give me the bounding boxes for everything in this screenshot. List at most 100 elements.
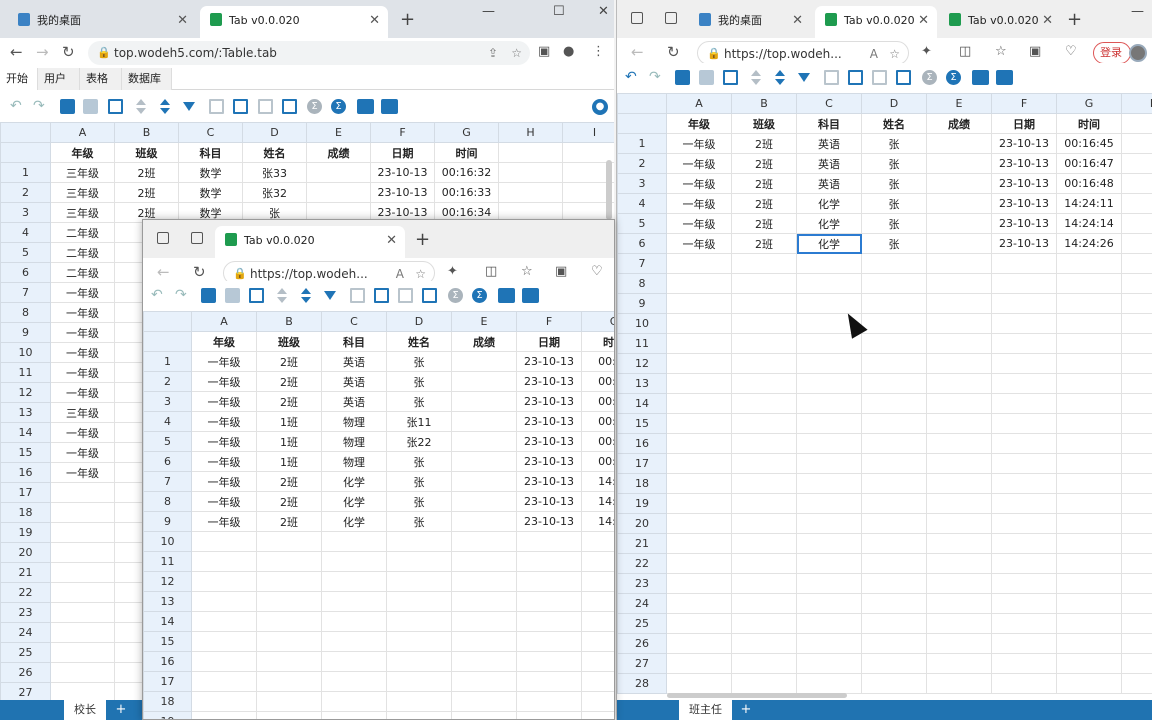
cell[interactable]: [191, 711, 257, 719]
header-cell[interactable]: 班级: [731, 113, 797, 134]
cell[interactable]: 2班: [256, 351, 322, 372]
row-header[interactable]: 22: [0, 582, 51, 603]
paste-icon[interactable]: [201, 288, 216, 303]
workspaces-icon[interactable]: [631, 12, 643, 24]
sidebar-icon[interactable]: ▣: [538, 44, 550, 59]
reload-icon[interactable]: ↻: [193, 263, 206, 281]
cell[interactable]: 23-10-13: [516, 431, 582, 452]
cell[interactable]: [991, 393, 1057, 414]
cell[interactable]: [321, 691, 387, 712]
cell[interactable]: [666, 253, 732, 274]
cell[interactable]: [581, 651, 614, 672]
row-header[interactable]: 16: [617, 433, 667, 454]
cell[interactable]: [926, 153, 992, 174]
cell[interactable]: 23-10-13: [370, 162, 435, 183]
cell[interactable]: [498, 182, 563, 203]
cell[interactable]: [256, 591, 322, 612]
cell[interactable]: [926, 493, 992, 514]
row-header[interactable]: 23: [617, 573, 667, 594]
row-header[interactable]: 9: [143, 511, 192, 532]
column-header-c[interactable]: C: [178, 122, 243, 143]
cell[interactable]: [731, 293, 797, 314]
cell[interactable]: 数学: [178, 182, 243, 203]
cell[interactable]: 英语: [796, 153, 862, 174]
cell[interactable]: [191, 691, 257, 712]
cell[interactable]: [731, 653, 797, 674]
header-cell[interactable]: 班级: [256, 331, 322, 352]
cell[interactable]: [321, 651, 387, 672]
cell[interactable]: 一年级: [666, 173, 732, 194]
cell[interactable]: [386, 671, 452, 692]
cell[interactable]: [516, 571, 582, 592]
cell[interactable]: [386, 651, 452, 672]
cell[interactable]: [796, 533, 862, 554]
cell[interactable]: [451, 351, 517, 372]
cell[interactable]: [451, 491, 517, 512]
extensions-icon[interactable]: ✦: [447, 264, 458, 279]
cell[interactable]: [991, 413, 1057, 434]
cell[interactable]: [516, 651, 582, 672]
cell[interactable]: [1121, 453, 1152, 474]
undo-icon[interactable]: ↶: [625, 69, 637, 85]
cell[interactable]: [926, 593, 992, 614]
cell[interactable]: [796, 553, 862, 574]
cell[interactable]: [926, 573, 992, 594]
workspaces-icon[interactable]: [157, 232, 169, 244]
upload-icon[interactable]: [972, 70, 989, 85]
cell[interactable]: 张: [386, 491, 452, 512]
cell[interactable]: [1056, 353, 1122, 374]
row-header[interactable]: 26: [617, 633, 667, 654]
close-icon[interactable]: ✕: [177, 6, 188, 36]
column-header-d[interactable]: D: [242, 122, 307, 143]
cell[interactable]: [731, 513, 797, 534]
menu-icon[interactable]: ⋮: [592, 44, 605, 59]
cell[interactable]: 英语: [321, 371, 387, 392]
cell[interactable]: [666, 373, 732, 394]
cell[interactable]: 1班: [256, 411, 322, 432]
cell[interactable]: [256, 551, 322, 572]
cell[interactable]: [1056, 673, 1122, 694]
cell[interactable]: [861, 553, 927, 574]
row-header[interactable]: 20: [617, 513, 667, 534]
cell[interactable]: [581, 631, 614, 652]
column-header-f[interactable]: F: [516, 311, 582, 332]
sum-icon[interactable]: Σ: [922, 70, 937, 85]
save-icon[interactable]: [699, 70, 714, 85]
cell[interactable]: [1121, 193, 1152, 214]
cell[interactable]: [451, 591, 517, 612]
cell[interactable]: 14:24: [581, 471, 614, 492]
col-insert-icon[interactable]: [374, 288, 389, 303]
header-cell[interactable]: 科目: [321, 331, 387, 352]
cell[interactable]: 23-10-13: [370, 182, 435, 203]
header-cell[interactable]: 年级: [666, 113, 732, 134]
cell[interactable]: 一年级: [50, 362, 115, 383]
column-header-b[interactable]: B: [256, 311, 322, 332]
column-header-f[interactable]: F: [370, 122, 435, 143]
split-screen-icon[interactable]: ◫: [959, 44, 971, 59]
cell[interactable]: [1121, 153, 1152, 174]
cell[interactable]: [796, 353, 862, 374]
row-header[interactable]: 12: [0, 382, 51, 403]
cell[interactable]: 一年级: [191, 351, 257, 372]
tab-sheet[interactable]: Tab v0.0.020 ✕: [939, 6, 1061, 38]
cell[interactable]: [861, 353, 927, 374]
row-header[interactable]: 7: [0, 282, 51, 303]
cell[interactable]: [1121, 593, 1152, 614]
formula-icon[interactable]: Σ: [331, 99, 346, 114]
cell[interactable]: [991, 453, 1057, 474]
column-header-g[interactable]: G: [581, 311, 614, 332]
cell[interactable]: [991, 613, 1057, 634]
health-icon[interactable]: ♡: [591, 264, 603, 279]
cell[interactable]: [926, 173, 992, 194]
cell[interactable]: [861, 413, 927, 434]
cell[interactable]: [1121, 533, 1152, 554]
cell[interactable]: [731, 453, 797, 474]
row-header[interactable]: 26: [0, 662, 51, 683]
row-header[interactable]: 17: [617, 453, 667, 474]
row-header[interactable]: 9: [617, 293, 667, 314]
row-header[interactable]: 3: [0, 202, 51, 223]
cell[interactable]: [926, 553, 992, 574]
cell[interactable]: [191, 551, 257, 572]
cell[interactable]: [796, 593, 862, 614]
cell[interactable]: [731, 313, 797, 334]
